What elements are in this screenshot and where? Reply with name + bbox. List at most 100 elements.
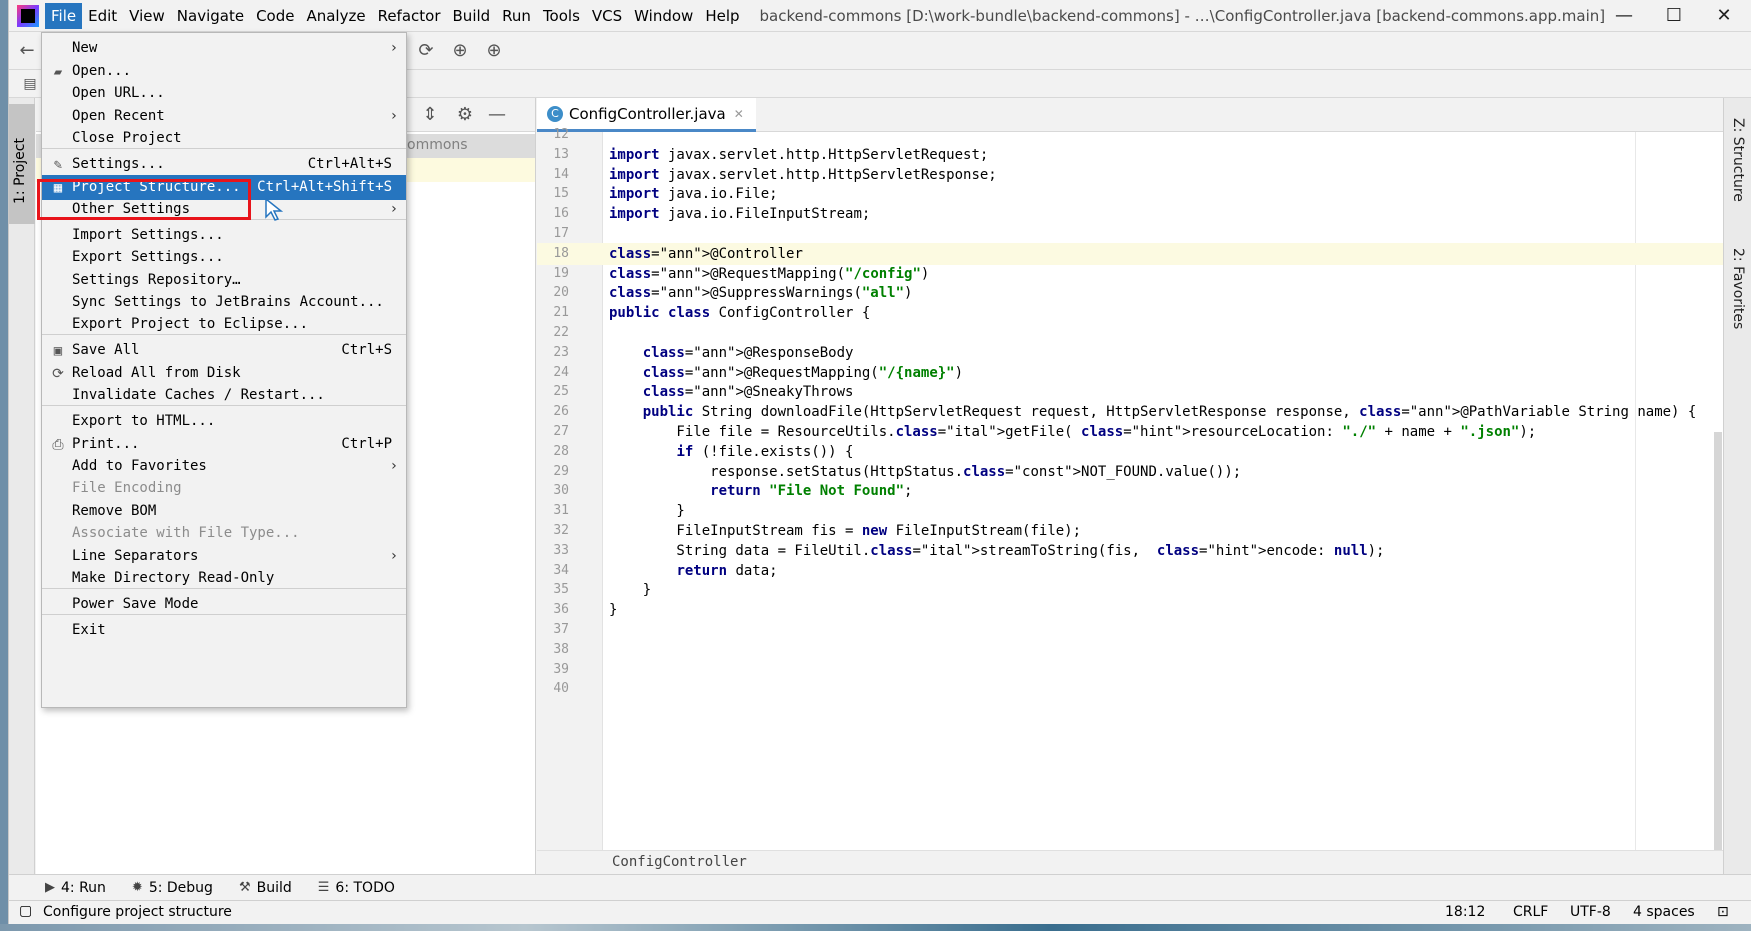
code-area[interactable]: import javax.servlet.http.HttpServletReq…: [603, 132, 1724, 852]
code-line[interactable]: import javax.servlet.http.HttpServletReq…: [603, 144, 1724, 166]
menu-code[interactable]: Code: [250, 3, 300, 29]
breadcrumb-class[interactable]: ConfigController: [612, 854, 747, 870]
tool-build-label: Build: [256, 879, 292, 896]
line-number: 13: [553, 146, 569, 162]
menu-separator: [42, 405, 406, 406]
code-line[interactable]: public class ConfigController {: [603, 302, 1724, 324]
code-editor: C ConfigController.java ✕ 12 13 14 15 16 17 18…: [537, 98, 1724, 931]
tool-todo[interactable]: ☰ 6: TODO: [318, 880, 395, 896]
code-line[interactable]: [603, 639, 1724, 661]
code-line[interactable]: class="ann">@Controller: [603, 242, 1724, 265]
indent-setting[interactable]: 4 spaces: [1633, 904, 1695, 920]
close-window-button[interactable]: ✕: [1701, 0, 1747, 32]
menu-navigate[interactable]: Navigate: [171, 3, 250, 29]
tab-project[interactable]: 1: Project: [9, 104, 35, 224]
minimize-button[interactable]: —: [1601, 0, 1647, 32]
gear-icon[interactable]: ⚙: [454, 104, 476, 126]
code-line[interactable]: }: [603, 599, 1724, 621]
target-icon[interactable]: ⊕: [449, 40, 471, 62]
menu-run[interactable]: Run: [496, 3, 537, 29]
menu-vcs[interactable]: VCS: [586, 3, 628, 29]
code-line[interactable]: class="ann">@SuppressWarnings("all"): [603, 282, 1724, 304]
hide-panel-icon[interactable]: —: [486, 104, 508, 126]
code-line[interactable]: return data;: [603, 560, 1724, 582]
menu-separator: [42, 334, 406, 335]
refresh-icon[interactable]: ⟳: [415, 40, 437, 62]
code-line[interactable]: }: [603, 500, 1724, 522]
line-separator[interactable]: CRLF: [1513, 904, 1548, 920]
code-line[interactable]: [603, 678, 1724, 700]
code-line[interactable]: import java.io.File;: [603, 183, 1724, 205]
desktop-background: [0, 924, 1751, 931]
target-alt-icon[interactable]: ⊕: [483, 40, 505, 62]
code-line[interactable]: FileInputStream fis = new FileInputStrea…: [603, 520, 1724, 542]
code-line[interactable]: File file = ResourceUtils.class="ital">g…: [603, 421, 1724, 443]
line-number: 23: [553, 344, 569, 360]
code-line[interactable]: response.setStatus(HttpStatus.class="con…: [603, 461, 1724, 483]
file-encoding[interactable]: UTF-8: [1570, 904, 1611, 920]
line-number: 21: [553, 305, 569, 321]
tab-structure[interactable]: Z: Structure: [1730, 118, 1746, 202]
menu-item-save-all[interactable]: ▣ Save All Ctrl+S: [42, 338, 406, 363]
code-line[interactable]: class="ann">@RequestMapping("/config"): [603, 263, 1724, 285]
folder-icon: ▰: [53, 64, 63, 80]
tab-favorites[interactable]: 2: Favorites: [1730, 248, 1746, 329]
code-line[interactable]: import javax.servlet.http.HttpServletRes…: [603, 164, 1724, 186]
menu-view[interactable]: View: [123, 3, 171, 29]
code-line[interactable]: public String downloadFile(HttpServletRe…: [603, 401, 1724, 423]
menu-item-new[interactable]: New ›: [42, 36, 406, 61]
menu-help[interactable]: Help: [699, 3, 745, 29]
back-arrow-icon[interactable]: ←: [16, 40, 38, 62]
line-number: 38: [553, 641, 569, 657]
menu-file[interactable]: File: [45, 2, 83, 29]
tool-build[interactable]: ⚒ Build: [239, 880, 292, 896]
menu-item-label: Save All: [72, 342, 140, 358]
menu-item-export-settings[interactable]: Export Settings...: [42, 245, 406, 270]
menu-separator: [42, 148, 406, 149]
code-line[interactable]: class="ann">@SneakyThrows: [603, 381, 1724, 403]
code-line[interactable]: class="ann">@ResponseBody: [603, 342, 1724, 364]
code-line[interactable]: [603, 124, 1724, 146]
code-line[interactable]: String data = FileUtil.class="ital">stre…: [603, 540, 1724, 562]
tab-project-label: 1: Project: [12, 138, 28, 204]
menu-build[interactable]: Build: [447, 3, 497, 29]
window-icon[interactable]: ▢: [19, 903, 32, 919]
tool-run[interactable]: ▶ 4: Run: [45, 880, 106, 896]
code-line[interactable]: class="ann">@RequestMapping("/{name}"): [603, 362, 1724, 384]
menu-item-shortcut: Ctrl+Alt+S: [307, 156, 392, 172]
menu-item-label: New: [72, 40, 98, 56]
caret-position[interactable]: 18:12: [1445, 904, 1485, 920]
menu-item-label: File Encoding: [72, 480, 182, 496]
tool-debug[interactable]: ✹ 5: Debug: [132, 880, 213, 896]
menu-edit[interactable]: Edit: [82, 3, 123, 29]
line-number: 24: [553, 364, 569, 380]
code-line[interactable]: if (!file.exists()) {: [603, 441, 1724, 463]
menu-separator: [42, 219, 406, 220]
code-line[interactable]: import java.io.FileInputStream;: [603, 203, 1724, 225]
menu-item-settings[interactable]: ✎ Settings... Ctrl+Alt+S: [42, 152, 406, 177]
lock-icon[interactable]: ⊡: [1717, 904, 1729, 920]
intellij-logo-icon: [17, 4, 39, 27]
menu-item-exit[interactable]: Exit: [42, 618, 406, 643]
menu-tools[interactable]: Tools: [537, 3, 586, 29]
menu-window[interactable]: Window: [628, 3, 699, 29]
code-line[interactable]: [603, 322, 1724, 344]
code-line[interactable]: return "File Not Found";: [603, 480, 1724, 502]
maximize-button[interactable]: ☐: [1651, 0, 1697, 32]
play-icon: ▶: [45, 880, 55, 895]
close-tab-icon[interactable]: ✕: [734, 107, 744, 121]
menu-item-label: Exit: [72, 622, 106, 638]
code-line[interactable]: [603, 619, 1724, 641]
menu-item-export-to-html[interactable]: Export to HTML...: [42, 409, 406, 434]
menu-separator: [42, 614, 406, 615]
left-tool-strip: 1: Project: [9, 98, 35, 874]
line-number: 37: [553, 622, 569, 637]
collapse-all-icon[interactable]: ⇕: [419, 104, 441, 126]
menu-analyze[interactable]: Analyze: [300, 3, 371, 29]
code-line[interactable]: [603, 223, 1724, 245]
menu-item-open-url[interactable]: Open URL...: [42, 81, 406, 106]
menu-refactor[interactable]: Refactor: [372, 3, 447, 29]
code-line[interactable]: [603, 659, 1724, 681]
code-line[interactable]: }: [603, 579, 1724, 601]
line-number: 22: [553, 325, 569, 340]
